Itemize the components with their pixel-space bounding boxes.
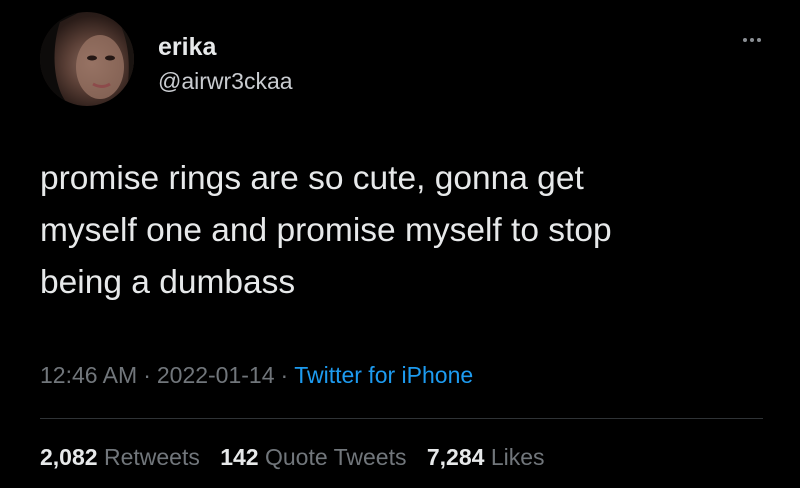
user-info[interactable]: erika @airwr3ckaa [158, 32, 293, 96]
user-handle[interactable]: @airwr3ckaa [158, 66, 293, 96]
tweet-time[interactable]: 12:46 AM [40, 362, 137, 388]
tweet-stats: 2,082 Retweets 142 Quote Tweets 7,284 Li… [40, 442, 559, 472]
quote-tweets-count: 142 [220, 444, 259, 470]
likes-stat[interactable]: 7,284 Likes [427, 444, 545, 470]
retweets-count: 2,082 [40, 444, 98, 470]
tweet-source-link[interactable]: Twitter for iPhone [294, 362, 473, 388]
separator: · [143, 362, 151, 388]
tweet-date[interactable]: 2022-01-14 [157, 362, 275, 388]
tweet-header: erika @airwr3ckaa [40, 12, 770, 112]
dot [757, 38, 761, 42]
separator: · [280, 362, 289, 388]
retweets-stat[interactable]: 2,082 Retweets [40, 444, 200, 470]
dot [750, 38, 754, 42]
tweet-text: promise rings are so cute, gonna get mys… [40, 160, 612, 301]
avatar[interactable] [40, 12, 134, 106]
more-options-icon[interactable] [734, 32, 770, 48]
display-name[interactable]: erika [158, 32, 293, 62]
quote-tweets-label: Quote Tweets [264, 444, 407, 470]
likes-label: Likes [490, 444, 545, 470]
quote-tweets-stat[interactable]: 142 Quote Tweets [220, 444, 406, 470]
likes-count: 7,284 [426, 444, 485, 470]
tweet-card: erika @airwr3ckaa promise rings are so c… [0, 0, 800, 488]
tweet-meta: 12:46 AM · 2022-01-14 · Twitter for iPhone [40, 360, 473, 390]
dot [743, 38, 747, 42]
divider [40, 418, 763, 419]
retweets-label: Retweets [103, 444, 200, 470]
